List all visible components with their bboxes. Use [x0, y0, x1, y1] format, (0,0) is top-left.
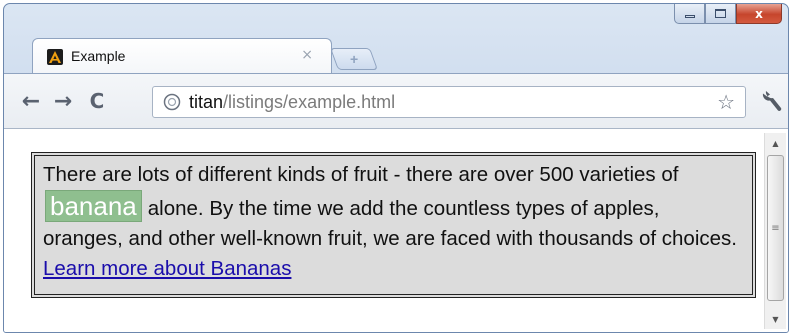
- page-viewport: There are lots of different kinds of fru…: [4, 129, 788, 332]
- toolbar: ← → C titan/listings/example.html ☆: [4, 73, 788, 129]
- url-text: titan/listings/example.html: [189, 92, 395, 113]
- url-host: titan: [189, 92, 224, 112]
- close-window-button[interactable]: x: [736, 4, 782, 24]
- back-button[interactable]: ←: [18, 88, 44, 114]
- browser-window: x Example × + ← → C titan/listings/examp…: [3, 3, 789, 333]
- paragraph-text-middle: alone. By the time we add the countless …: [43, 197, 737, 250]
- maximize-icon: [715, 9, 726, 18]
- scroll-up-arrow-icon[interactable]: ▲: [765, 135, 786, 151]
- grip-icon: ≡: [771, 222, 780, 234]
- tab-title: Example: [71, 48, 126, 64]
- reload-icon: C: [89, 89, 105, 113]
- wrench-icon[interactable]: [760, 88, 784, 114]
- reload-button[interactable]: C: [84, 88, 110, 114]
- maximize-button[interactable]: [705, 4, 736, 24]
- banana-highlight: banana: [45, 190, 142, 222]
- plus-icon: +: [349, 51, 359, 67]
- window-controls: x: [674, 4, 782, 24]
- fruit-paragraph: There are lots of different kinds of fru…: [43, 160, 744, 284]
- scrollbar-thumb[interactable]: ≡: [767, 155, 784, 301]
- back-arrow-icon: ←: [21, 88, 41, 114]
- forward-arrow-icon: →: [53, 88, 73, 114]
- letter-a-icon: [47, 49, 63, 65]
- url-path: /listings/example.html: [223, 92, 396, 112]
- minimize-icon: [684, 15, 695, 18]
- tab-example[interactable]: Example ×: [32, 38, 332, 74]
- globe-icon: [163, 93, 181, 111]
- forward-button[interactable]: →: [50, 88, 76, 114]
- learn-more-link[interactable]: Learn more about Bananas: [43, 257, 291, 280]
- bookmark-star-icon[interactable]: ☆: [717, 90, 735, 114]
- paragraph-text-start: There are lots of different kinds of fru…: [43, 163, 679, 186]
- scroll-down-arrow-icon[interactable]: ▼: [765, 311, 786, 327]
- close-icon: x: [755, 6, 763, 21]
- tab-close-icon[interactable]: ×: [301, 47, 313, 63]
- new-tab-button[interactable]: +: [329, 48, 379, 70]
- fruit-paragraph-box: There are lots of different kinds of fru…: [31, 152, 756, 298]
- address-bar[interactable]: titan/listings/example.html ☆: [152, 86, 746, 118]
- minimize-button[interactable]: [674, 4, 705, 24]
- vertical-scrollbar[interactable]: ▲ ≡ ▼: [764, 133, 786, 329]
